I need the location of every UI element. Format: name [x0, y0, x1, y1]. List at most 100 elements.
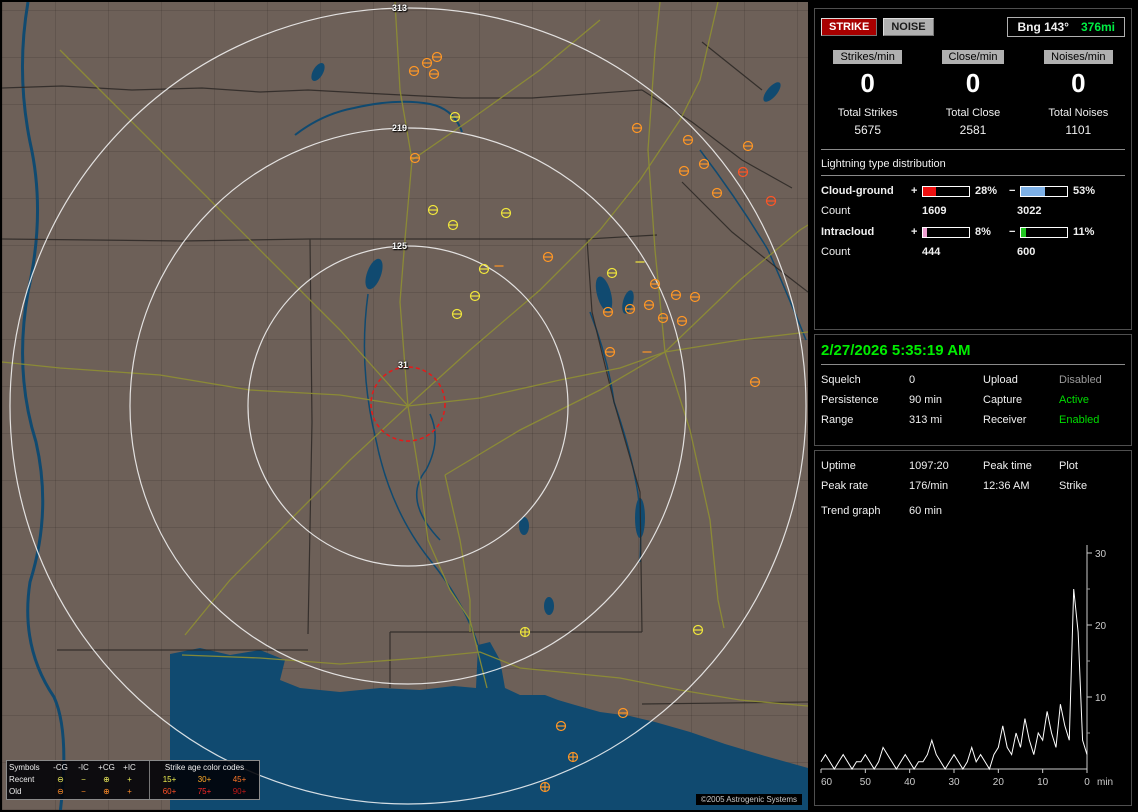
- plot-mode-value: Strike: [1059, 480, 1088, 492]
- peak-rate-value: 176/min: [909, 480, 949, 492]
- cg-negative-bar: [1020, 185, 1068, 197]
- total-close-label: Total Close: [945, 107, 1001, 119]
- intracloud-count-row: Count 444 600: [815, 238, 1131, 258]
- circled-plus-icon: ⊕: [103, 787, 110, 796]
- close-per-min-value: 0: [965, 68, 981, 98]
- noises-per-min-block: Noises/min 0 Total Noises 1101: [1026, 47, 1131, 137]
- divider: [821, 149, 1125, 150]
- status-panel: 2/27/2026 5:35:19 AM Squelch 0 Upload Di…: [814, 334, 1132, 446]
- range-ring-label-313: 313: [392, 3, 408, 13]
- legend-col-ic-neg: -IC: [78, 763, 89, 772]
- cg-positive-bar: [922, 185, 970, 197]
- capture-label: Capture: [983, 394, 1023, 406]
- plus-icon: +: [127, 775, 132, 784]
- svg-text:30: 30: [948, 777, 960, 788]
- noises-per-min-value: 0: [1071, 68, 1086, 98]
- persistence-label: Persistence: [821, 394, 879, 406]
- plus-sign: +: [911, 226, 918, 238]
- range-ring-label-31: 31: [398, 360, 409, 370]
- water-layer: [170, 62, 808, 810]
- count-label: Count: [821, 205, 851, 217]
- svg-text:0: 0: [1084, 777, 1090, 788]
- bearing-distance: 376mi: [1080, 20, 1115, 34]
- age-90: 90+: [232, 787, 247, 796]
- cg-negative-pct: 53%: [1073, 185, 1096, 197]
- cloud-ground-row: Cloud-ground + 28% − 53%: [815, 176, 1131, 197]
- ic-negative-bar: [1020, 226, 1068, 238]
- map-legend: Symbols -CG -IC +CG +IC Recent ⊖ − ⊕ + O…: [6, 760, 260, 800]
- trend-graph-label: Trend graph: [821, 505, 881, 517]
- receiver-status: Enabled: [1059, 414, 1100, 426]
- peak-rate-label: Peak rate: [821, 480, 869, 492]
- trend-window-value: 60 min: [909, 505, 943, 517]
- ic-positive-count: 444: [922, 246, 941, 258]
- age-30: 30+: [197, 775, 212, 784]
- cg-negative-count: 3022: [1017, 205, 1042, 217]
- plus-sign: +: [911, 185, 918, 197]
- range-ring-label-219: 219: [392, 123, 408, 133]
- intracloud-row: Intracloud + 8% − 11%: [815, 217, 1131, 238]
- svg-text:60: 60: [821, 777, 833, 788]
- strike-indicator-button[interactable]: STRIKE: [821, 18, 878, 36]
- cg-positive-count: 1609: [922, 205, 947, 217]
- uptime-label: Uptime: [821, 460, 856, 472]
- age-60: 60+: [162, 787, 177, 796]
- lightning-map-display[interactable]: 313 219 125 31 Symbols -CG -IC +CG +IC R…: [2, 2, 808, 810]
- capture-status: Active: [1059, 394, 1089, 406]
- uptime-value: 1097:20: [909, 460, 949, 472]
- trend-graph: 10 20 30 60 50 40 30 20 10 0 min: [820, 545, 1113, 788]
- range-label: Range: [821, 414, 854, 426]
- total-strikes-value: 5675: [854, 123, 882, 137]
- plus-icon: +: [127, 787, 132, 796]
- total-close-value: 2581: [959, 123, 987, 137]
- squelch-value: 0: [909, 374, 916, 386]
- cg-positive-pct: 28%: [975, 185, 998, 197]
- svg-text:10: 10: [1095, 693, 1107, 704]
- cloud-ground-label: Cloud-ground: [821, 185, 894, 197]
- total-strikes-label: Total Strikes: [837, 107, 898, 119]
- ic-negative-pct: 11%: [1073, 226, 1095, 238]
- persistence-value: 90 min: [909, 394, 943, 406]
- strikes-per-min-value: 0: [860, 68, 875, 98]
- circled-minus-icon: ⊖: [57, 775, 64, 784]
- svg-text:50: 50: [860, 777, 872, 788]
- trend-panel: Uptime 1097:20 Peak time Plot Peak rate …: [814, 450, 1132, 806]
- close-per-min-label: Close/min: [941, 50, 1005, 64]
- legend-col-cg-pos: +CG: [98, 763, 115, 772]
- ic-negative-count: 600: [1017, 246, 1036, 258]
- minus-icon: −: [81, 775, 86, 784]
- datetime-display: 2/27/2026 5:35:19 AM: [821, 335, 1125, 365]
- distribution-title: Lightning type distribution: [821, 158, 1125, 176]
- range-ring-label-125: 125: [392, 241, 408, 251]
- receiver-label: Receiver: [983, 414, 1027, 426]
- minus-sign: −: [1009, 226, 1016, 238]
- peak-time-value: 12:36 AM: [983, 480, 1030, 492]
- upload-label: Upload: [983, 374, 1018, 386]
- stats-panel: STRIKE NOISE Bng 143° 376mi Strikes/min …: [814, 8, 1132, 330]
- noise-indicator-button[interactable]: NOISE: [883, 18, 934, 36]
- count-label: Count: [821, 246, 851, 258]
- circled-plus-icon: ⊕: [103, 775, 110, 784]
- legend-symbols-header: Symbols: [9, 763, 40, 772]
- strike-symbols-layer: [408, 51, 777, 793]
- total-noises-label: Total Noises: [1048, 107, 1109, 119]
- svg-text:min: min: [1097, 777, 1113, 788]
- age-75: 75+: [197, 787, 212, 796]
- squelch-label: Squelch: [821, 374, 861, 386]
- svg-text:20: 20: [1095, 621, 1107, 632]
- legend-old-label: Old: [9, 787, 22, 796]
- ic-positive-pct: 8%: [975, 226, 991, 238]
- intracloud-label: Intracloud: [821, 226, 875, 238]
- svg-text:30: 30: [1095, 549, 1107, 560]
- range-value: 313 mi: [909, 414, 943, 426]
- cloud-ground-count-row: Count 1609 3022: [815, 197, 1131, 217]
- minus-sign: −: [1009, 185, 1016, 197]
- peak-time-label: Peak time: [983, 460, 1032, 472]
- noises-per-min-label: Noises/min: [1044, 50, 1113, 64]
- strikes-per-min-label: Strikes/min: [833, 50, 902, 64]
- ic-positive-bar: [922, 226, 970, 238]
- upload-status: Disabled: [1059, 374, 1102, 386]
- copyright-text: ©2005 Astrogenic Systems: [695, 794, 802, 805]
- svg-text:20: 20: [993, 777, 1005, 788]
- legend-symbols-section: Symbols -CG -IC +CG +IC Recent ⊖ − ⊕ + O…: [7, 761, 150, 799]
